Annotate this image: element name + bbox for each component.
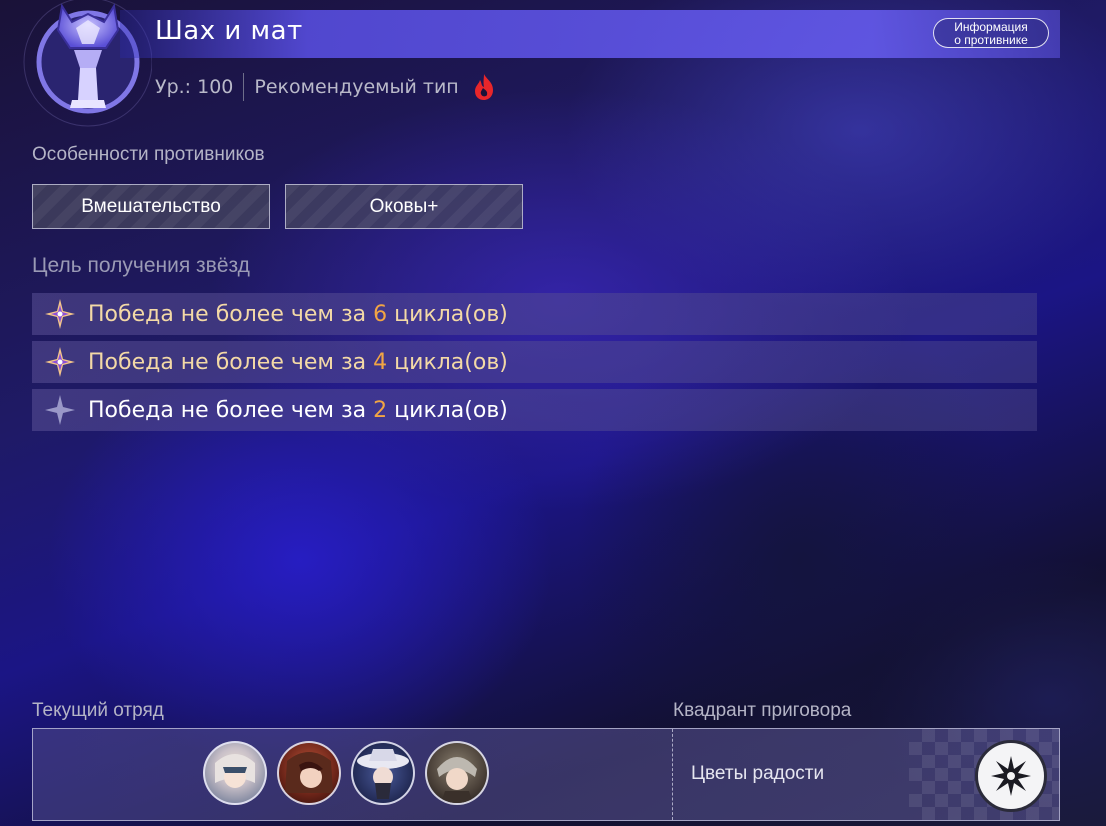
trait-button-shackles[interactable]: Оковы+ bbox=[285, 184, 523, 229]
panel-divider bbox=[672, 729, 673, 820]
squad-avatars bbox=[203, 741, 489, 805]
traits-label: Особенности противников bbox=[32, 144, 265, 165]
stage-title: Шах и мат bbox=[155, 16, 303, 46]
avatar[interactable] bbox=[351, 741, 415, 805]
trait-button-interference[interactable]: Вмешательство bbox=[32, 184, 270, 229]
star-goals-label: Цель получения звёзд bbox=[32, 254, 250, 277]
star-goal-row: Победа не более чем за 2 цикла(ов) bbox=[32, 389, 1037, 431]
star-goal-row: Победа не более чем за 4 цикла(ов) bbox=[32, 341, 1037, 383]
fire-element-icon[interactable] bbox=[471, 72, 497, 102]
avatar[interactable] bbox=[203, 741, 267, 805]
quadrant-name: Цветы радости bbox=[691, 763, 825, 784]
path-elation-glyph-icon bbox=[991, 756, 1031, 796]
enemy-info-label-line2: о противнике bbox=[954, 33, 1028, 47]
enemy-info-button[interactable]: Информация о противнике bbox=[933, 18, 1049, 48]
squad-panel[interactable]: Цветы радости bbox=[32, 728, 1060, 821]
quadrant-label: Квадрант приговора bbox=[673, 700, 852, 721]
level-row: Ур.: 100 Рекомендуемый тип bbox=[155, 72, 497, 102]
star-achieved-icon bbox=[45, 347, 75, 377]
stage-level: Ур.: 100 bbox=[155, 76, 234, 98]
star-goal-row: Победа не более чем за 6 цикла(ов) bbox=[32, 293, 1037, 335]
star-achieved-icon bbox=[45, 299, 75, 329]
goal-text: Победа не более чем за 2 цикла(ов) bbox=[88, 397, 508, 423]
path-elation-icon[interactable] bbox=[975, 740, 1047, 812]
current-squad-label: Текущий отряд bbox=[32, 700, 164, 721]
avatar[interactable] bbox=[425, 741, 489, 805]
recommended-type-label: Рекомендуемый тип bbox=[254, 76, 459, 98]
goal-text: Победа не более чем за 4 цикла(ов) bbox=[88, 349, 508, 375]
divider bbox=[243, 73, 245, 101]
goal-text: Победа не более чем за 6 цикла(ов) bbox=[88, 301, 508, 327]
star-empty-icon bbox=[45, 395, 75, 425]
avatar[interactable] bbox=[277, 741, 341, 805]
